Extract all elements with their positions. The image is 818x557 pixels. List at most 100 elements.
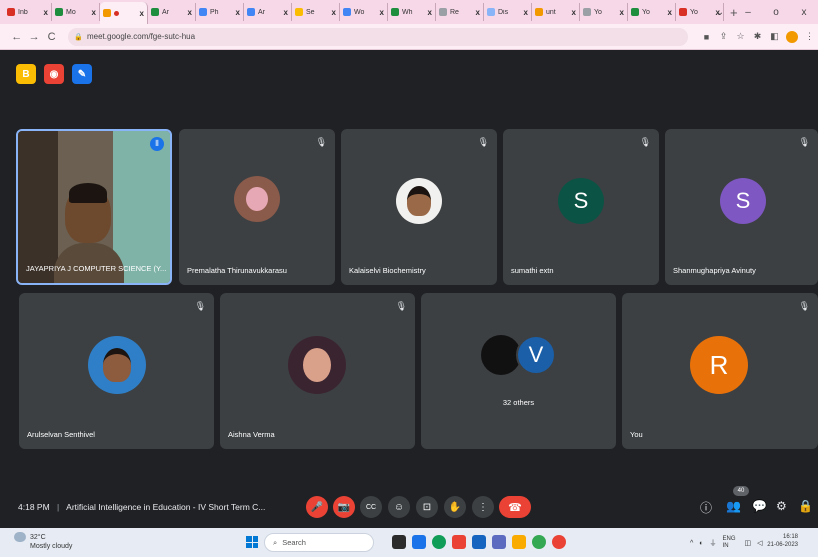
maximize-button[interactable]: o xyxy=(762,7,790,18)
sidebar-icon[interactable]: ◧ xyxy=(766,31,783,42)
weather-widget[interactable]: 32°C Mostly cloudy xyxy=(14,532,72,551)
tab-close-icon[interactable]: x xyxy=(380,8,384,17)
tab-favicon-icon xyxy=(55,8,63,16)
browser-tab[interactable]: Mo x xyxy=(52,3,100,21)
browser-tab[interactable]: Se x xyxy=(292,3,340,21)
task-view-icon[interactable] xyxy=(392,535,406,549)
browser-tab[interactable]: Ar x xyxy=(244,3,292,21)
menu-icon[interactable]: ⋮ xyxy=(801,31,818,42)
browser-tab[interactable]: Yo x xyxy=(628,3,676,21)
tab-close-icon[interactable]: x xyxy=(140,9,144,18)
tab-search-icon[interactable]: ⌄ xyxy=(706,7,734,18)
participant-tile-video[interactable]: ⦀ JAYAPRIYA J COMPUTER SCIENCE (Y... xyxy=(16,129,172,285)
participant-tile[interactable]: 🎙 Aishna Verma xyxy=(220,293,415,449)
browser-tab[interactable]: Dis x xyxy=(484,3,532,21)
back-button[interactable]: ← xyxy=(8,31,25,43)
star-icon[interactable]: ☆ xyxy=(732,31,749,42)
tab-favicon-icon xyxy=(439,8,447,16)
camera-icon[interactable]: ■ xyxy=(698,32,715,42)
tab-close-icon[interactable]: x xyxy=(92,8,96,17)
participant-tile-others[interactable]: V 32 others xyxy=(421,293,616,449)
tab-favicon-icon xyxy=(583,8,591,16)
tab-close-icon[interactable]: x xyxy=(524,8,528,17)
tab-close-icon[interactable]: x xyxy=(44,8,48,17)
browser-tab[interactable]: Inb x xyxy=(4,3,52,21)
browser-tab[interactable]: unt x xyxy=(532,3,580,21)
forward-button[interactable]: → xyxy=(25,31,42,43)
participant-name: Shanmughapriya Avinuty xyxy=(673,266,756,275)
wifi-icon[interactable]: ◫ xyxy=(745,539,752,547)
participant-photo-avatar xyxy=(234,176,280,222)
tab-close-icon[interactable]: x xyxy=(476,8,480,17)
edge-browser-icon[interactable] xyxy=(432,535,446,549)
tab-favicon-icon xyxy=(247,8,255,16)
present-button[interactable]: ⊡ xyxy=(416,496,438,518)
whiteboard-app-button[interactable]: B xyxy=(16,64,36,84)
browser-tab-strip: Inb x Mo x x Ar x Ph x Ar x Se x Wo x Wh x Re x D… xyxy=(0,0,818,24)
tab-favicon-icon xyxy=(7,8,15,16)
participant-tile[interactable]: 🎙 Arulselvan Senthivel xyxy=(19,293,214,449)
participant-tile[interactable]: 🎙 Premalatha Thirunavukkarasu xyxy=(179,129,335,285)
browser-tab[interactable]: Ph x xyxy=(196,3,244,21)
browser-tab[interactable]: Wh x xyxy=(388,3,436,21)
participant-tile[interactable]: 🎙 S Shanmughapriya Avinuty xyxy=(665,129,818,285)
extensions-icon[interactable]: ✱ xyxy=(749,31,766,42)
browser-tab[interactable]: Re x xyxy=(436,3,484,21)
host-controls-icon[interactable]: 🔒 xyxy=(798,499,813,513)
tab-close-icon[interactable]: x xyxy=(188,8,192,17)
browser-tab[interactable]: Yo x xyxy=(580,3,628,21)
meet-app-icon[interactable] xyxy=(412,535,426,549)
people-icon[interactable]: 👥 xyxy=(726,499,741,513)
network-icon[interactable]: ◐ xyxy=(699,540,703,547)
chat-icon[interactable]: 💬 xyxy=(752,499,767,513)
tab-title: Yo xyxy=(642,8,650,16)
file-explorer-icon[interactable] xyxy=(512,535,526,549)
participant-tile-self[interactable]: 🎙 R You xyxy=(622,293,818,449)
profile-avatar[interactable] xyxy=(786,30,798,43)
tab-close-icon[interactable]: x xyxy=(236,8,240,17)
more-options-button[interactable]: ⋮ xyxy=(472,496,494,518)
mic-toggle-button[interactable]: 🎤 xyxy=(306,496,328,518)
end-call-button[interactable]: ☎ xyxy=(499,496,531,518)
tab-close-icon[interactable]: x xyxy=(620,8,624,17)
app-icon[interactable] xyxy=(452,535,466,549)
tab-title: Ph xyxy=(210,8,219,16)
tab-close-icon[interactable]: x xyxy=(284,8,288,17)
browser-tab[interactable]: Ar x xyxy=(148,3,196,21)
participant-tile[interactable]: 🎙 Kalaiselvi Biochemistry xyxy=(341,129,497,285)
tab-close-icon[interactable]: x xyxy=(332,8,336,17)
reload-button[interactable]: C xyxy=(43,31,60,43)
system-clock[interactable]: 16:18 21-06-2023 xyxy=(767,533,798,549)
notes-app-button[interactable]: ✎ xyxy=(72,64,92,84)
taskbar-search-box[interactable]: ⌕ Search xyxy=(264,533,374,552)
photo-placeholder xyxy=(246,187,268,211)
captions-button[interactable]: CC xyxy=(360,496,382,518)
activities-icon[interactable]: ⚙ xyxy=(776,499,787,513)
camera-toggle-button[interactable]: 📷 xyxy=(333,496,355,518)
volume-icon[interactable]: ◁ xyxy=(757,539,762,547)
tray-expand-icon[interactable]: ^ xyxy=(690,540,693,547)
chrome-icon[interactable] xyxy=(532,535,546,549)
tab-close-icon[interactable]: x xyxy=(428,8,432,17)
close-window-button[interactable]: x xyxy=(790,7,818,18)
share-icon[interactable]: ⇪ xyxy=(715,31,732,42)
browser-tab[interactable]: Wo x xyxy=(340,3,388,21)
language-indicator[interactable]: ENG IN xyxy=(723,536,739,550)
self-initial-avatar: R xyxy=(690,336,748,394)
windows-start-icon[interactable] xyxy=(246,536,258,548)
store-icon[interactable] xyxy=(492,535,506,549)
mic-icon[interactable]: ⏚ xyxy=(710,538,717,548)
tab-close-icon[interactable]: x xyxy=(668,8,672,17)
chrome-profile-icon[interactable] xyxy=(552,535,566,549)
url-text: meet.google.com/fge-sutc-hua xyxy=(86,32,196,41)
meeting-details-icon[interactable]: ⓘ xyxy=(700,499,712,516)
mail-icon[interactable] xyxy=(472,535,486,549)
browser-tab-active[interactable]: x xyxy=(100,2,148,24)
tab-close-icon[interactable]: x xyxy=(572,8,576,17)
record-app-button[interactable]: ◉ xyxy=(44,64,64,84)
raise-hand-button[interactable]: ✋ xyxy=(444,496,466,518)
participant-tile[interactable]: 🎙 S sumathi extn xyxy=(503,129,659,285)
address-bar[interactable]: 🔒 meet.google.com/fge-sutc-hua xyxy=(68,27,688,46)
minimize-button[interactable]: – xyxy=(734,7,762,18)
reactions-button[interactable]: ☺ xyxy=(388,496,410,518)
